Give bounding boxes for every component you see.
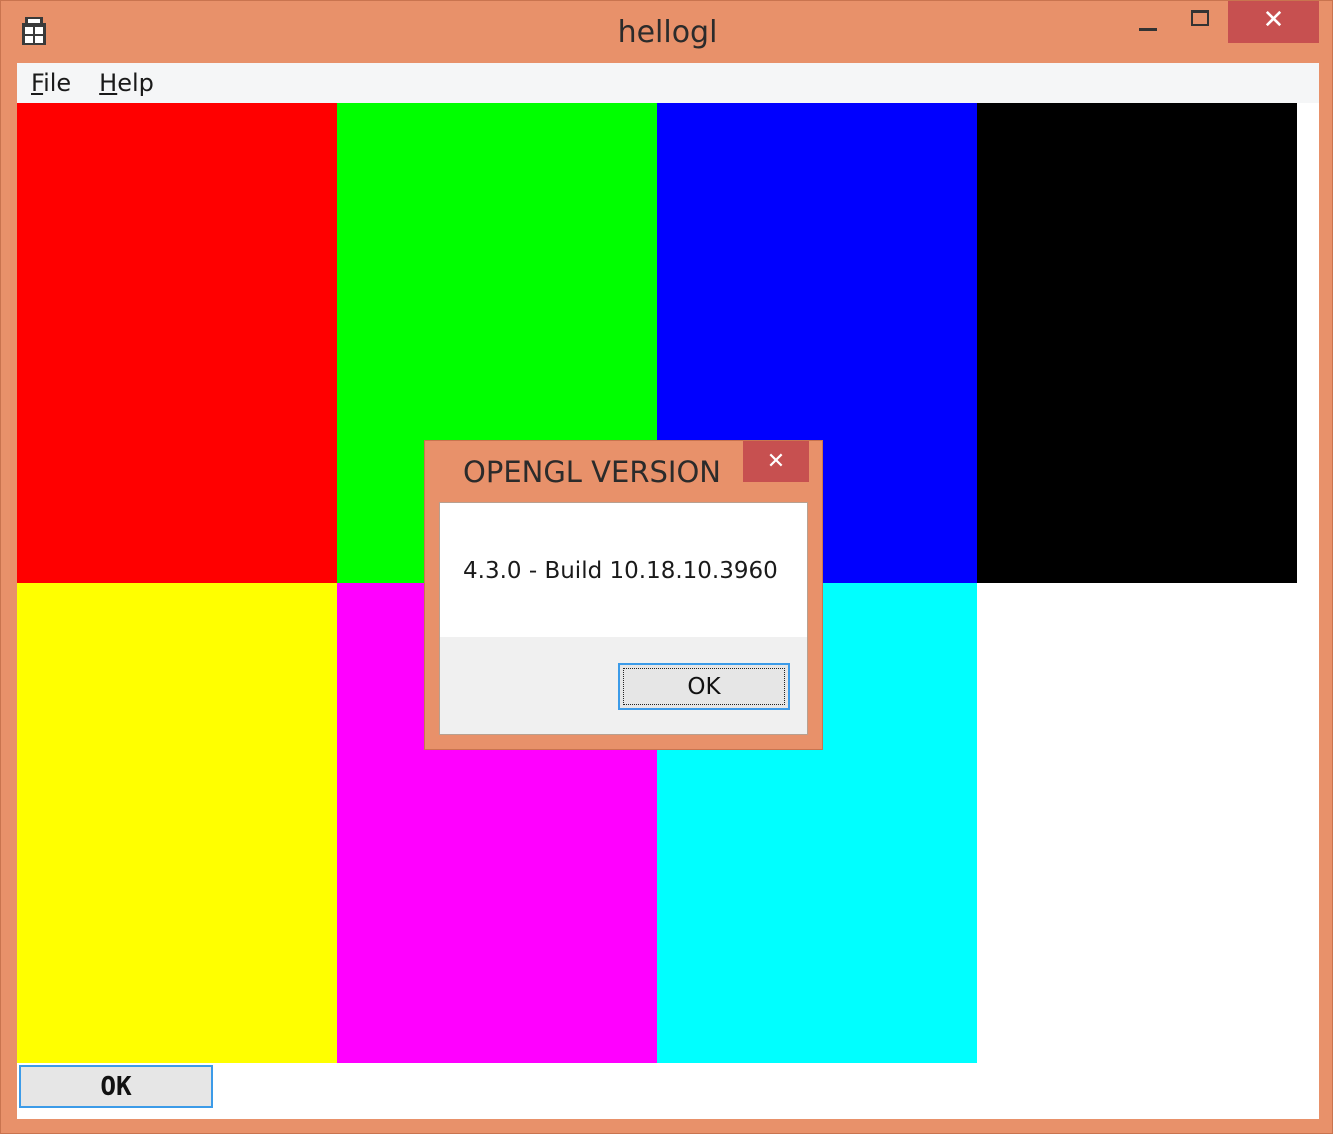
dialog-message-area: 4.3.0 - Build 10.18.10.3960: [440, 503, 807, 637]
close-button[interactable]: ✕: [1228, 1, 1319, 43]
menu-file-accel: F: [31, 69, 44, 97]
close-icon: ✕: [1262, 5, 1285, 35]
close-icon: ✕: [766, 448, 786, 474]
color-tile-red: [17, 103, 337, 583]
menu-help-label: elp: [117, 69, 154, 97]
maximize-icon: [1191, 10, 1209, 26]
minimize-icon: [1139, 27, 1157, 31]
opengl-version-dialog: OPENGL VERSION ✕ 4.3.0 - Build 10.18.10.…: [424, 440, 823, 750]
menu-file[interactable]: File: [17, 69, 85, 97]
dialog-ok-button[interactable]: OK: [618, 663, 790, 710]
color-tile-black: [977, 103, 1297, 583]
dialog-title: OPENGL VERSION: [463, 455, 721, 489]
menu-file-label: ile: [43, 69, 72, 97]
maximize-button[interactable]: [1177, 1, 1223, 43]
dialog-message: 4.3.0 - Build 10.18.10.3960: [463, 558, 778, 584]
dialog-close-button[interactable]: ✕: [743, 441, 809, 482]
ok-button[interactable]: OK: [19, 1065, 213, 1108]
menu-bar: File Help: [17, 63, 1319, 103]
color-tile-yellow: [17, 583, 337, 1063]
menu-help-accel: H: [99, 69, 118, 97]
minimize-button[interactable]: [1125, 1, 1171, 43]
menu-help[interactable]: Help: [85, 69, 168, 97]
title-bar[interactable]: hellogl ✕: [1, 1, 1333, 63]
dialog-body: 4.3.0 - Build 10.18.10.3960 OK: [439, 502, 808, 735]
dialog-ok-label: OK: [623, 668, 785, 705]
